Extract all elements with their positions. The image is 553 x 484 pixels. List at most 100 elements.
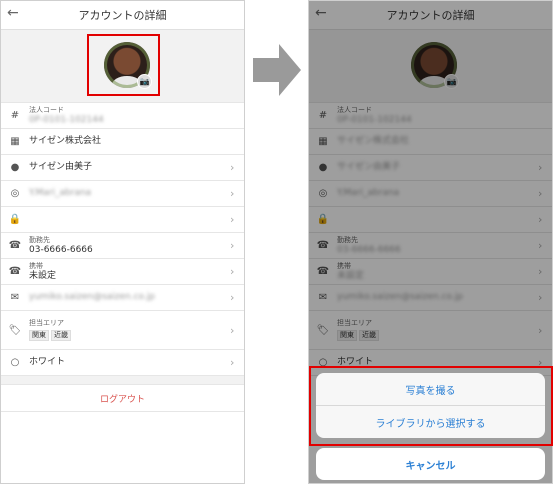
row-sub-label: 勤務先 xyxy=(29,235,50,244)
row-icon: ● xyxy=(318,162,328,173)
area-tag: 近畿 xyxy=(51,330,71,341)
detail-list: # 法人コード 0P-0101-102144 ▦ サイゼン株式会社 ● サイゼン由美子 › ◎ Y… xyxy=(309,103,552,311)
cancel-sheet: キャンセル xyxy=(316,448,545,480)
row-text: 勤務先 03-6666-6666 xyxy=(29,236,230,256)
row-value: 03-6666-6666 xyxy=(337,244,401,255)
chevron-right-icon: › xyxy=(538,323,543,337)
chevron-right-icon: › xyxy=(230,323,235,337)
chevron-right-icon: › xyxy=(230,265,235,278)
action-sheet-highlight-box xyxy=(309,366,553,446)
row-text: Y.Mari_abrana xyxy=(29,188,230,199)
row-value: サイゼン由美子 xyxy=(29,162,93,172)
header: ← アカウントの詳細 xyxy=(309,1,552,30)
row-text: サイゼン株式会社 xyxy=(337,136,538,147)
list-item: ☎ 携帯 未設定 › xyxy=(309,259,552,285)
row-icon: # xyxy=(10,110,20,121)
row-icon: ▦ xyxy=(318,136,328,147)
area-row[interactable]: 🏷 担当エリア 関東 近畿 › xyxy=(1,311,244,350)
header: ← アカウントの詳細 xyxy=(1,1,244,30)
white-row[interactable]: ○ ホワイト › xyxy=(1,350,244,376)
tag-icon: 🏷 xyxy=(8,324,22,336)
chevron-right-icon: › xyxy=(538,265,543,278)
spacer xyxy=(1,376,244,384)
row-text: Y.Mari_abrana xyxy=(337,188,538,199)
row-value: 0P-0101-102144 xyxy=(29,114,104,125)
white-label: ホワイト xyxy=(29,357,66,367)
list-item[interactable]: ☎ 勤務先 03-6666-6666 › xyxy=(1,233,244,259)
row-sub-label: 携帯 xyxy=(337,261,351,270)
list-item: ▦ サイゼン株式会社 xyxy=(1,129,244,155)
list-item[interactable]: ✉ yumiko.saizen@saizen.co.jp › xyxy=(1,285,244,311)
row-value: サイゼン由美子 xyxy=(337,162,401,172)
chevron-right-icon: › xyxy=(230,213,235,226)
row-icon: ◎ xyxy=(318,188,328,199)
row-icon: 🔒 xyxy=(8,214,22,225)
area-row: 🏷 担当エリア 関東 近畿 › xyxy=(309,311,552,350)
row-icon: 🔒 xyxy=(316,214,330,225)
right-arrow-icon xyxy=(253,44,301,96)
row-value: 未設定 xyxy=(337,270,365,281)
list-item: # 法人コード 0P-0101-102144 xyxy=(309,103,552,129)
list-item: ☎ 勤務先 03-6666-6666 › xyxy=(309,233,552,259)
area-tag: 近畿 xyxy=(359,330,379,341)
row-text: 携帯 未設定 xyxy=(29,262,230,282)
list-item[interactable]: ☎ 携帯 未設定 › xyxy=(1,259,244,285)
list-item[interactable]: ◎ Y.Mari_abrana › xyxy=(1,181,244,207)
row-sub-label: 法人コード xyxy=(337,105,372,114)
row-value: 03-6666-6666 xyxy=(29,244,93,255)
row-sub-label: 法人コード xyxy=(29,105,64,114)
list-item: 🔒 › xyxy=(309,207,552,233)
row-icon: ✉ xyxy=(10,292,20,303)
back-icon[interactable]: ← xyxy=(7,5,19,21)
row-text: 法人コード 0P-0101-102144 xyxy=(337,106,538,126)
row-value: yumiko.saizen@saizen.co.jp xyxy=(337,292,463,302)
back-icon[interactable]: ← xyxy=(315,5,327,21)
row-value: yumiko.saizen@saizen.co.jp xyxy=(29,292,155,302)
row-icon: ◎ xyxy=(10,188,20,199)
list-item: ▦ サイゼン株式会社 xyxy=(309,129,552,155)
chevron-right-icon: › xyxy=(538,161,543,174)
row-text: サイゼン由美子 xyxy=(29,162,230,173)
page-title: アカウントの詳細 xyxy=(78,9,167,22)
chevron-right-icon: › xyxy=(538,213,543,226)
logout-button[interactable]: ログアウト xyxy=(1,384,244,412)
row-value: 未設定 xyxy=(29,270,57,281)
row-text: サイゼン由美子 xyxy=(337,162,538,173)
row-icon: # xyxy=(318,110,328,121)
list-item[interactable]: ● サイゼン由美子 › xyxy=(1,155,244,181)
list-item[interactable]: 🔒 › xyxy=(1,207,244,233)
row-icon: ✉ xyxy=(318,292,328,303)
row-value: サイゼン株式会社 xyxy=(29,136,102,146)
chevron-right-icon: › xyxy=(538,187,543,200)
row-text: yumiko.saizen@saizen.co.jp xyxy=(29,292,230,303)
area-tag: 関東 xyxy=(337,330,357,341)
row-icon: ▦ xyxy=(10,136,20,147)
row-icon: ☎ xyxy=(316,266,330,277)
list-item: ✉ yumiko.saizen@saizen.co.jp › xyxy=(309,285,552,311)
list-item: ◎ Y.Mari_abrana › xyxy=(309,181,552,207)
area-label: 担当エリア xyxy=(29,319,64,327)
row-text: 携帯 未設定 xyxy=(337,262,538,282)
chevron-right-icon: › xyxy=(230,187,235,200)
camera-icon: 📷 xyxy=(444,74,459,89)
row-value: Y.Mari_abrana xyxy=(337,188,400,198)
list-item: ● サイゼン由美子 › xyxy=(309,155,552,181)
avatar-area: 📷 xyxy=(309,30,552,103)
row-icon: ☎ xyxy=(8,266,22,277)
cancel-button[interactable]: キャンセル xyxy=(316,448,545,480)
detail-list: # 法人コード 0P-0101-102144 ▦ サイゼン株式会社 ● サイゼン由美子 › ◎ Y… xyxy=(1,103,244,311)
chevron-right-icon: › xyxy=(538,291,543,304)
row-value: Y.Mari_abrana xyxy=(29,188,92,198)
row-icon: ☎ xyxy=(8,240,22,251)
area-label: 担当エリア xyxy=(337,319,372,327)
row-text: サイゼン株式会社 xyxy=(29,136,230,147)
row-text: 勤務先 03-6666-6666 xyxy=(337,236,538,256)
row-icon: ● xyxy=(10,162,20,173)
row-text: 法人コード 0P-0101-102144 xyxy=(29,106,230,126)
tag-icon: 🏷 xyxy=(316,324,330,336)
chevron-right-icon: › xyxy=(230,239,235,252)
circle-icon: ○ xyxy=(10,357,20,368)
row-sub-label: 勤務先 xyxy=(337,235,358,244)
page-title: アカウントの詳細 xyxy=(386,9,475,22)
avatar-highlight-box xyxy=(87,34,160,96)
